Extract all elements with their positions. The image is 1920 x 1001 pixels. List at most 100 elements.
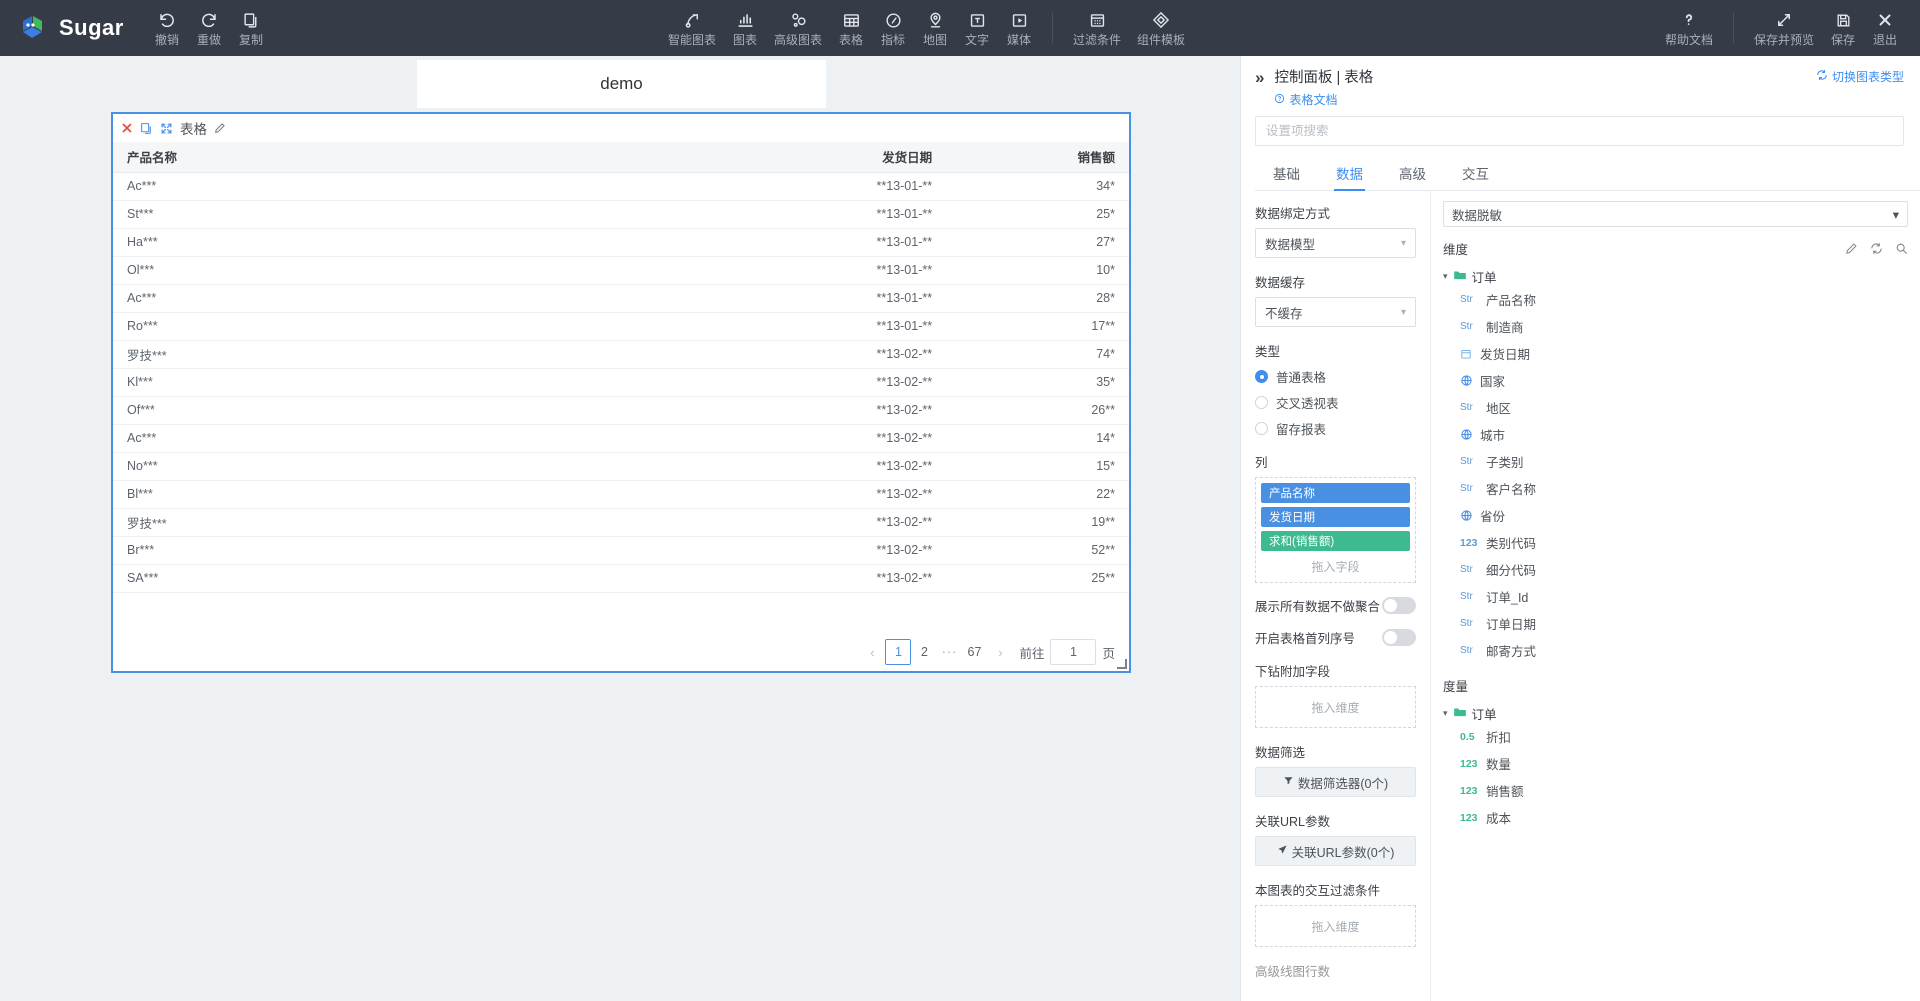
- redo-button[interactable]: 重做: [188, 10, 230, 47]
- field-item[interactable]: 123 数量: [1443, 750, 1908, 777]
- toggle-switch[interactable]: [1382, 629, 1416, 646]
- widget-rename-icon[interactable]: [214, 122, 226, 134]
- chart-button[interactable]: 图表: [724, 10, 766, 47]
- field-item[interactable]: 国家: [1443, 367, 1908, 394]
- measure-group-orders[interactable]: ▾ 订单: [1443, 704, 1908, 723]
- column-header-shipdate[interactable]: 发货日期: [641, 142, 947, 173]
- smart-chart-button[interactable]: 智能图表: [660, 10, 724, 47]
- refresh-icon[interactable]: [1870, 242, 1883, 255]
- drilldown-dropzone[interactable]: 拖入维度: [1255, 686, 1416, 728]
- field-item[interactable]: Str 制造商: [1443, 313, 1908, 340]
- widget-resize-handle[interactable]: [1117, 659, 1127, 669]
- pagination-last-page[interactable]: 67: [961, 639, 987, 665]
- widget-copy-icon[interactable]: [140, 122, 153, 135]
- table-row[interactable]: 罗技*** **13-02-** 19**: [113, 508, 1129, 537]
- settings-search[interactable]: [1255, 116, 1904, 146]
- switch-chart-type-button[interactable]: 切换图表类型: [1816, 68, 1904, 85]
- toggle-show-all-data[interactable]: 展示所有数据不做聚合: [1255, 596, 1416, 615]
- dashboard-title-widget[interactable]: demo: [417, 60, 826, 108]
- table-row[interactable]: Ol*** **13-01-** 10*: [113, 256, 1129, 285]
- save-button[interactable]: 保存: [1822, 10, 1864, 47]
- data-filter-button[interactable]: 数据筛选器(0个): [1255, 767, 1416, 797]
- table-row[interactable]: Ac*** **13-01-** 28*: [113, 284, 1129, 313]
- advanced-chart-button[interactable]: 高级图表: [766, 10, 830, 47]
- pagination-prev-icon[interactable]: ‹: [859, 639, 885, 665]
- metric-button[interactable]: 指标: [872, 10, 914, 47]
- field-item[interactable]: 0.5 折扣: [1443, 723, 1908, 750]
- table-row[interactable]: Bl*** **13-02-** 22*: [113, 480, 1129, 509]
- interaction-dropzone[interactable]: 拖入维度: [1255, 905, 1416, 947]
- pagination-page-2[interactable]: 2: [911, 639, 937, 665]
- settings-search-input[interactable]: [1266, 124, 1893, 138]
- table-row[interactable]: Kl*** **13-02-** 35*: [113, 368, 1129, 397]
- pencil-icon[interactable]: [1845, 242, 1858, 255]
- field-item[interactable]: 123 销售额: [1443, 777, 1908, 804]
- table-button[interactable]: 表格: [830, 10, 872, 47]
- binding-select[interactable]: 数据模型 ▾: [1255, 228, 1416, 258]
- pagination-goto-input[interactable]: [1050, 639, 1097, 665]
- column-pill-sales-sum[interactable]: 求和(销售额): [1261, 531, 1410, 551]
- table-row[interactable]: Ha*** **13-01-** 27*: [113, 228, 1129, 257]
- undo-button[interactable]: 撤销: [146, 10, 188, 47]
- field-item[interactable]: Str 订单日期: [1443, 610, 1908, 637]
- table-widget[interactable]: 表格 产品名称 发货日期 销售额 Ac*** **13-01-** 34* St***…: [111, 112, 1131, 673]
- toggle-switch[interactable]: [1382, 597, 1416, 614]
- field-item[interactable]: Str 产品名称: [1443, 286, 1908, 313]
- data-mask-select[interactable]: 数据脱敏 ▾: [1443, 201, 1908, 227]
- radio-normal-table[interactable]: 普通表格: [1255, 367, 1416, 386]
- table-row[interactable]: Ac*** **13-02-** 14*: [113, 424, 1129, 453]
- copy-button[interactable]: 复制: [230, 10, 272, 47]
- field-item[interactable]: Str 地区: [1443, 394, 1908, 421]
- columns-dropzone[interactable]: 产品名称 发货日期 求和(销售额) 拖入字段: [1255, 477, 1416, 583]
- text-button[interactable]: 文字: [956, 10, 998, 47]
- table-row[interactable]: No*** **13-02-** 15*: [113, 452, 1129, 481]
- column-pill-shipdate[interactable]: 发货日期: [1261, 507, 1410, 527]
- cache-select[interactable]: 不缓存 ▾: [1255, 297, 1416, 327]
- toggle-row-index[interactable]: 开启表格首列序号: [1255, 628, 1416, 647]
- panel-doc-link[interactable]: 表格文档: [1274, 91, 1816, 108]
- table-row[interactable]: St*** **13-01-** 25*: [113, 200, 1129, 229]
- dimension-group-orders[interactable]: ▾ 订单: [1443, 267, 1908, 286]
- tab-interaction[interactable]: 交互: [1444, 156, 1507, 190]
- column-header-sales[interactable]: 销售额: [946, 142, 1129, 173]
- table-row[interactable]: Ro*** **13-01-** 17**: [113, 312, 1129, 341]
- field-item[interactable]: Str 客户名称: [1443, 475, 1908, 502]
- tab-advanced[interactable]: 高级: [1381, 156, 1444, 190]
- field-item[interactable]: Str 细分代码: [1443, 556, 1908, 583]
- widget-fullscreen-icon[interactable]: [160, 122, 173, 135]
- pagination-page-1[interactable]: 1: [885, 639, 912, 665]
- table-row[interactable]: Of*** **13-02-** 26**: [113, 396, 1129, 425]
- exit-button[interactable]: 退出: [1864, 10, 1906, 47]
- table-head: 产品名称 发货日期 销售额: [113, 142, 1129, 173]
- table-row[interactable]: 罗技*** **13-02-** 74*: [113, 340, 1129, 369]
- collapse-panel-icon[interactable]: »: [1255, 68, 1264, 88]
- dashboard-canvas[interactable]: demo 表格 产品名称 发货日期 销售额 Ac*** **13-01-** 3…: [0, 56, 1240, 1001]
- field-item[interactable]: 123 类别代码: [1443, 529, 1908, 556]
- column-pill-product[interactable]: 产品名称: [1261, 483, 1410, 503]
- url-param-button[interactable]: 关联URL参数(0个): [1255, 836, 1416, 866]
- field-item[interactable]: 省份: [1443, 502, 1908, 529]
- field-item[interactable]: 123 成本: [1443, 804, 1908, 831]
- tab-data[interactable]: 数据: [1318, 156, 1381, 191]
- widget-delete-icon[interactable]: [121, 122, 133, 134]
- component-template-button[interactable]: 组件模板: [1129, 10, 1193, 47]
- filter-condition-button[interactable]: 过滤条件: [1065, 10, 1129, 47]
- radio-pivot-table[interactable]: 交叉透视表: [1255, 393, 1416, 412]
- field-item[interactable]: Str 子类别: [1443, 448, 1908, 475]
- field-item[interactable]: 城市: [1443, 421, 1908, 448]
- field-item[interactable]: 发货日期: [1443, 340, 1908, 367]
- field-item[interactable]: Str 邮寄方式: [1443, 637, 1908, 664]
- save-and-preview-button[interactable]: 保存并预览: [1746, 10, 1822, 47]
- table-row[interactable]: Ac*** **13-01-** 34*: [113, 172, 1129, 201]
- map-button[interactable]: 地图: [914, 10, 956, 47]
- radio-retention-report[interactable]: 留存报表: [1255, 419, 1416, 438]
- table-row[interactable]: SA*** **13-02-** 25**: [113, 564, 1129, 593]
- tab-basic[interactable]: 基础: [1255, 156, 1318, 190]
- column-header-product[interactable]: 产品名称: [113, 142, 642, 173]
- table-row[interactable]: Br*** **13-02-** 52**: [113, 536, 1129, 565]
- pagination-next-icon[interactable]: ›: [987, 639, 1013, 665]
- search-icon[interactable]: [1895, 242, 1908, 255]
- media-button[interactable]: 媒体: [998, 10, 1040, 47]
- field-item[interactable]: Str 订单_Id: [1443, 583, 1908, 610]
- help-doc-button[interactable]: 帮助文档: [1657, 10, 1721, 47]
